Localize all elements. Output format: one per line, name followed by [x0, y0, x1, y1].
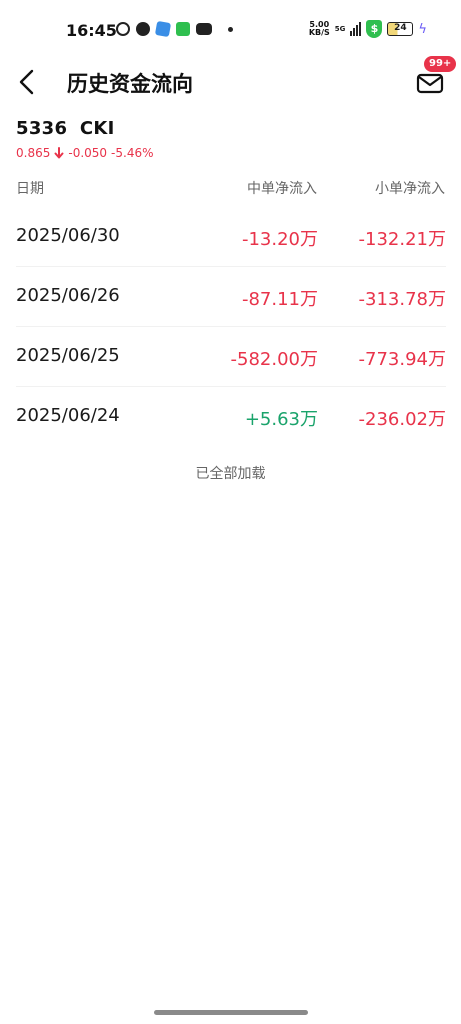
status-bar: 16:45 5.00 KB/S 5G $ 24 ϟ: [0, 0, 461, 58]
all-loaded-label: 已全部加载: [195, 466, 266, 482]
table-row[interactable]: 2025/06/24 +5.63万 -236.02万: [16, 387, 446, 447]
table-row[interactable]: 2025/06/26 -87.11万 -313.78万: [16, 267, 446, 327]
system-icons: 5.00 KB/S 5G $ 24 ϟ: [309, 20, 427, 38]
app-icon: [154, 20, 172, 38]
more-notifications-dot: [228, 26, 233, 32]
stock-title: 5336 CKI: [16, 118, 115, 139]
row-mid-inflow: -87.11万: [241, 289, 318, 310]
row-mid-inflow: +5.63万: [244, 409, 318, 430]
stock-price: 0.865: [16, 146, 51, 160]
notification-icons: [116, 20, 233, 38]
stock-change: -0.050: [68, 146, 108, 160]
youtube-icon: [196, 23, 212, 35]
table-row[interactable]: 2025/06/25 -582.00万 -773.94万: [16, 327, 446, 387]
mail-button[interactable]: [415, 70, 445, 96]
table-row[interactable]: 2025/06/30 -13.20万 -132.21万: [16, 207, 446, 267]
mail-badge: 99+: [424, 56, 457, 72]
status-time: 16:45: [66, 21, 117, 40]
row-small-inflow: -773.94万: [358, 349, 446, 370]
facebook-icon: [136, 22, 150, 36]
network-type: 5G: [334, 25, 346, 33]
charging-icon: ϟ: [418, 21, 427, 37]
header: 历史资金流向: [0, 58, 461, 108]
row-small-inflow: -236.02万: [358, 409, 446, 430]
stock-quote: 0.865 -0.050 -5.46%: [16, 146, 154, 160]
chevron-left-icon: [19, 69, 34, 95]
whatsapp-icon: [116, 22, 130, 36]
screen: 16:45 5.00 KB/S 5G $ 24 ϟ 历史资金流向 99+ 533…: [0, 0, 461, 1024]
net-speed: 5.00 KB/S: [309, 21, 330, 37]
column-header-small-inflow[interactable]: 小单净流入: [375, 178, 445, 198]
row-mid-inflow: -13.20万: [241, 229, 318, 250]
row-small-inflow: -313.78万: [358, 289, 446, 310]
mail-icon: [416, 73, 444, 94]
stock-name: CKI: [79, 118, 115, 139]
row-date: 2025/06/26: [16, 285, 120, 306]
column-header-mid-inflow[interactable]: 中单净流入: [247, 178, 317, 198]
back-button[interactable]: [12, 66, 40, 98]
row-mid-inflow: -582.00万: [230, 349, 318, 370]
stock-code: 5336: [16, 118, 68, 139]
row-date: 2025/06/24: [16, 405, 120, 426]
row-date: 2025/06/30: [16, 225, 120, 246]
battery-icon: 24: [387, 22, 414, 36]
signal-icon: [350, 22, 362, 36]
messages-icon: [176, 22, 190, 36]
stock-change-pct: -5.46%: [111, 146, 154, 160]
row-date: 2025/06/25: [16, 345, 120, 366]
shield-icon: $: [366, 20, 383, 38]
page-title: 历史资金流向: [67, 72, 193, 96]
net-speed-unit: KB/S: [308, 28, 330, 37]
arrow-down-icon: [54, 147, 64, 159]
column-header-date: 日期: [16, 181, 44, 197]
row-small-inflow: -132.21万: [358, 229, 446, 250]
home-indicator[interactable]: [154, 1010, 308, 1015]
